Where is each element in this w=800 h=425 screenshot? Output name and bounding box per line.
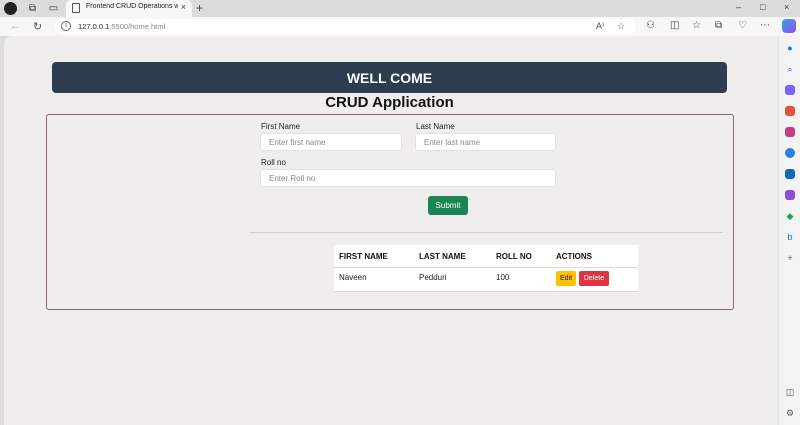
header-last-name: LAST NAME	[419, 252, 466, 261]
workspaces-icon[interactable]: ⧉	[26, 2, 39, 15]
header-actions: ACTIONS	[556, 252, 592, 261]
drop-icon[interactable]: ◆	[785, 211, 795, 221]
tools-icon[interactable]	[785, 106, 795, 116]
copilot-icon[interactable]	[782, 19, 796, 33]
more-options-icon[interactable]: ⋯	[760, 20, 770, 31]
collections-icon[interactable]: ⧉	[715, 20, 722, 31]
new-tab-button[interactable]: +	[196, 1, 203, 15]
edge-sidebar: ● ⌕ ◆ b + ◫ ⚙	[778, 36, 800, 425]
maximize-button[interactable]: □	[760, 2, 765, 12]
games-icon[interactable]	[785, 127, 795, 137]
minimize-button[interactable]: –	[736, 2, 741, 12]
back-arrow-icon[interactable]: ←	[10, 20, 21, 32]
notifications-icon[interactable]: ●	[785, 43, 795, 53]
sidebar-settings-icon[interactable]: ⚙	[785, 408, 795, 418]
office-icon[interactable]	[785, 148, 795, 158]
roll-no-input[interactable]: Enter Roll no	[260, 169, 556, 187]
shopping-icon[interactable]	[785, 85, 795, 95]
bing-icon[interactable]: b	[785, 232, 795, 242]
cell-roll-no: 100	[496, 273, 510, 282]
designer-icon[interactable]	[785, 190, 795, 200]
roll-no-label: Roll no	[261, 158, 286, 167]
close-window-button[interactable]: ×	[784, 2, 789, 12]
profile-avatar-icon[interactable]	[4, 2, 17, 15]
search-icon[interactable]: ⌕	[785, 64, 795, 74]
read-aloud-icon[interactable]: A⁾	[596, 21, 604, 32]
cell-first-name: Naveen	[339, 273, 367, 282]
first-name-input[interactable]: Enter first name	[260, 133, 402, 151]
crud-container: First Name Enter first name Last Name En…	[46, 114, 734, 310]
page-title: CRUD Application	[325, 94, 454, 111]
url-host: 127.0.0.1	[78, 22, 110, 31]
last-name-label: Last Name	[416, 122, 455, 131]
browser-essentials-icon[interactable]: ♡	[738, 20, 747, 31]
site-info-icon[interactable]: i	[61, 21, 71, 31]
page-viewport: WELL COME CRUD Application First Name En…	[4, 36, 778, 425]
url-input[interactable]: i 127.0.0.1:5500/home.html A⁾ ☆	[54, 19, 636, 34]
add-sidebar-app-icon[interactable]: +	[785, 253, 795, 263]
submit-button[interactable]: Submit	[428, 196, 468, 215]
header-separator	[334, 267, 638, 268]
row-separator	[334, 291, 638, 292]
url-path: :5500/home.html	[109, 22, 166, 31]
refresh-icon[interactable]: ↻	[33, 20, 42, 33]
favorite-star-icon[interactable]: ☆	[617, 21, 625, 32]
edit-button[interactable]: Edit	[556, 271, 576, 286]
split-screen-icon[interactable]: ◫	[670, 20, 679, 31]
welcome-banner: WELL COME	[52, 62, 727, 93]
first-name-label: First Name	[261, 122, 301, 131]
page-icon	[72, 3, 80, 13]
sidebar-toggle-icon[interactable]: ◫	[785, 387, 795, 397]
header-first-name: FIRST NAME	[339, 252, 388, 261]
browser-tab-active[interactable]: Frontend CRUD Operations with ×	[66, 0, 192, 17]
cell-last-name: Pedduri	[419, 273, 447, 282]
tab-bar: ⧉ ▭ Frontend CRUD Operations with × + – …	[0, 0, 800, 17]
tab-title: Frontend CRUD Operations with	[86, 3, 178, 10]
tab-close-icon[interactable]: ×	[181, 2, 186, 12]
tab-actions-icon[interactable]: ▭	[47, 2, 60, 15]
delete-button[interactable]: Delete	[579, 271, 609, 286]
outlook-icon[interactable]	[785, 169, 795, 179]
address-toolbar: ← ↻ i 127.0.0.1:5500/home.html A⁾ ☆ ⚇ ◫ …	[0, 17, 800, 36]
favorites-icon[interactable]: ☆	[692, 20, 701, 31]
students-table: FIRST NAME LAST NAME ROLL NO ACTIONS Nav…	[334, 245, 638, 292]
header-roll-no: ROLL NO	[496, 252, 532, 261]
extensions-icon[interactable]: ⚇	[646, 20, 655, 31]
last-name-input[interactable]: Enter last name	[415, 133, 556, 151]
divider	[249, 232, 723, 233]
